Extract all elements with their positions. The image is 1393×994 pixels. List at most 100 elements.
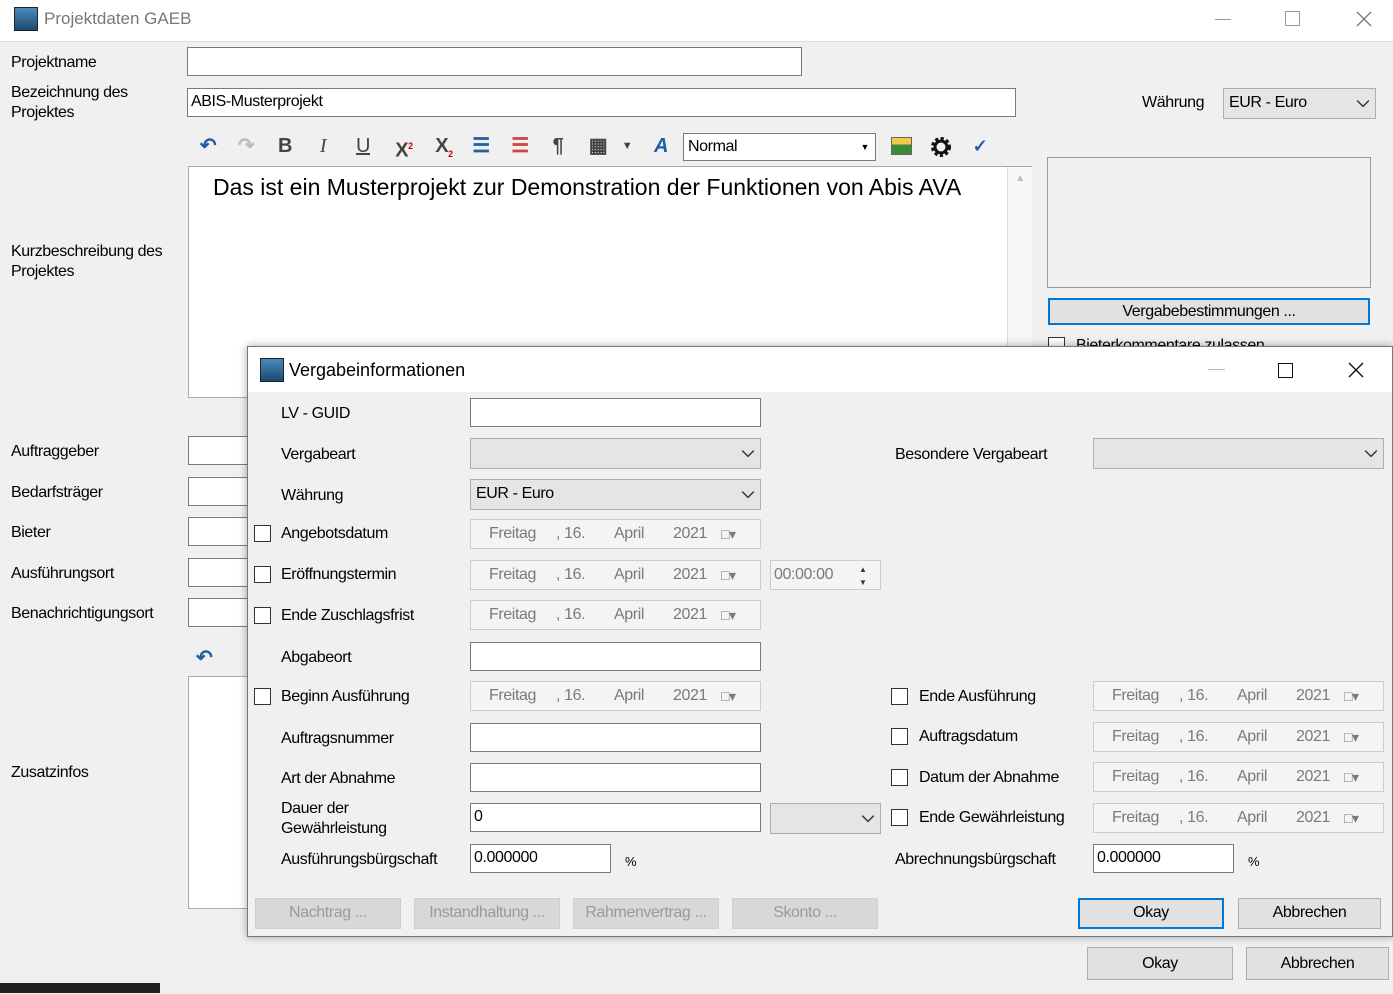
background-strip	[0, 983, 160, 993]
ende-ausfuehrung-picker[interactable]: Freitag , 16. April 2021 □▾	[1093, 681, 1384, 711]
ende-zuschlagsfrist-checkbox[interactable]	[254, 607, 271, 624]
spellcheck-icon[interactable]: ✓	[966, 131, 994, 161]
minimize-icon[interactable]	[1215, 19, 1231, 20]
dialog-maximize-icon[interactable]	[1278, 363, 1293, 378]
main-okay-button[interactable]: Okay	[1087, 947, 1233, 980]
bold-icon[interactable]: B	[274, 131, 296, 161]
gear-icon[interactable]	[928, 134, 954, 160]
table-icon[interactable]: ▦	[584, 131, 612, 161]
label-ausfuehrungsort: Ausführungsort	[11, 565, 114, 582]
vergabeart-select[interactable]	[470, 438, 761, 469]
dauer-input[interactable]: 0	[470, 803, 761, 832]
eroeffnungstermin-time[interactable]: 00:00:00 ▲ ▼	[770, 560, 881, 590]
dialog-minimize-icon[interactable]	[1208, 369, 1225, 370]
beginn-ausfuehrung-picker[interactable]: Freitag , 16. April 2021 □▾	[470, 681, 761, 711]
numbered-list-icon[interactable]: ☰	[507, 131, 533, 161]
image-icon[interactable]	[891, 137, 912, 155]
date-month: April	[1237, 768, 1268, 785]
rahmenvertrag-button[interactable]: Rahmenvertrag ...	[573, 898, 719, 929]
dialog-abbrechen-button[interactable]: Abbrechen	[1238, 898, 1381, 929]
superscript-icon[interactable]: X2	[390, 131, 418, 162]
underline-icon[interactable]: U	[352, 131, 374, 161]
italic-icon[interactable]: I	[312, 131, 334, 161]
date-year: 2021	[1296, 728, 1330, 745]
abrechnungsbuergschaft-input[interactable]: 0.000000	[1093, 844, 1234, 873]
auftragsnummer-input[interactable]	[470, 723, 761, 752]
date-day: , 16.	[556, 525, 586, 542]
calendar-icon[interactable]: □▾	[1344, 723, 1359, 751]
ausfuehrungsbuergschaft-input[interactable]: 0.000000	[470, 844, 611, 873]
subscript-icon[interactable]: X2	[430, 131, 458, 161]
scroll-up-icon[interactable]: ▲	[1008, 167, 1032, 191]
label-benachrichtigungsort: Benachrichtigungsort	[11, 605, 154, 622]
calendar-icon[interactable]: □▾	[721, 682, 736, 710]
label-dauer-1: Dauer der	[281, 800, 349, 817]
art-abnahme-input[interactable]	[470, 763, 761, 792]
datum-abnahme-picker[interactable]: Freitag , 16. April 2021 □▾	[1093, 762, 1384, 792]
calendar-icon[interactable]: □▾	[1344, 682, 1359, 710]
vergabebestimmungen-button[interactable]: Vergabebestimmungen ...	[1048, 298, 1370, 325]
eroeffnungstermin-checkbox[interactable]	[254, 566, 271, 583]
date-year: 2021	[673, 687, 707, 704]
main-abbrechen-button[interactable]: Abbrechen	[1246, 947, 1389, 980]
ende-ausfuehrung-checkbox[interactable]	[891, 688, 908, 705]
auftragsdatum-checkbox[interactable]	[891, 728, 908, 745]
waehrung-select-main-value: EUR - Euro	[1229, 94, 1307, 111]
besondere-vergabeart-select[interactable]	[1093, 438, 1384, 469]
style-dropdown-icon: ▼	[860, 142, 869, 152]
auftragsdatum-picker[interactable]: Freitag , 16. April 2021 □▾	[1093, 722, 1384, 752]
label-datum-abnahme: Datum der Abnahme	[919, 769, 1059, 786]
chevron-down-icon	[741, 491, 755, 499]
redo-icon[interactable]: ↷	[232, 131, 260, 161]
date-year: 2021	[673, 606, 707, 623]
chevron-down-icon	[1364, 450, 1378, 458]
beginn-ausfuehrung-checkbox[interactable]	[254, 688, 271, 705]
date-year: 2021	[1296, 687, 1330, 704]
label-art-abnahme: Art der Abnahme	[281, 770, 396, 787]
undo-icon[interactable]: ↶	[194, 131, 222, 161]
date-weekday: Freitag	[489, 606, 536, 623]
abgabeort-input[interactable]	[470, 642, 761, 671]
close-icon[interactable]	[1356, 11, 1372, 27]
lv-guid-input[interactable]	[470, 398, 761, 427]
label-auftragsnummer: Auftragsnummer	[281, 730, 394, 747]
angebotsdatum-checkbox[interactable]	[254, 525, 271, 542]
projektname-input[interactable]	[187, 47, 802, 76]
date-day: , 16.	[556, 566, 586, 583]
maximize-icon[interactable]	[1285, 11, 1300, 26]
ende-gewaehrleistung-picker[interactable]: Freitag , 16. April 2021 □▾	[1093, 803, 1384, 833]
calendar-icon[interactable]: □▾	[1344, 763, 1359, 791]
calendar-icon[interactable]: □▾	[721, 601, 736, 629]
dauer-unit-select[interactable]	[770, 803, 881, 834]
bezeichnung-input[interactable]: ABIS-Musterprojekt	[187, 88, 1016, 117]
calendar-icon[interactable]: □▾	[721, 561, 736, 589]
paragraph-icon[interactable]: ¶	[546, 131, 570, 161]
instandhaltung-button[interactable]: Instandhaltung ...	[414, 898, 560, 929]
spinner-icon[interactable]: ▲ ▼	[859, 563, 867, 589]
date-weekday: Freitag	[1112, 728, 1159, 745]
nachtrag-button[interactable]: Nachtrag ...	[255, 898, 401, 929]
waehrung-select-main[interactable]: EUR - Euro	[1223, 88, 1376, 119]
bullet-list-icon[interactable]: ☰	[468, 131, 494, 161]
date-weekday: Freitag	[1112, 809, 1159, 826]
calendar-icon[interactable]: □▾	[721, 520, 736, 548]
date-weekday: Freitag	[489, 566, 536, 583]
date-day: , 16.	[1179, 809, 1209, 826]
date-day: , 16.	[556, 687, 586, 704]
dialog-waehrung-select[interactable]: EUR - Euro	[470, 479, 761, 510]
datum-abnahme-checkbox[interactable]	[891, 769, 908, 786]
style-select[interactable]: Normal ▼	[683, 133, 876, 161]
label-abrechnungsbuergschaft: Abrechnungsbürgschaft	[895, 851, 1056, 868]
zusatz-undo-icon[interactable]: ↶	[196, 645, 213, 670]
skonto-button[interactable]: Skonto ...	[732, 898, 878, 929]
ende-zuschlagsfrist-picker[interactable]: Freitag , 16. April 2021 □▾	[470, 600, 761, 630]
angebotsdatum-picker[interactable]: Freitag , 16. April 2021 □▾	[470, 519, 761, 549]
date-year: 2021	[1296, 768, 1330, 785]
ende-gewaehrleistung-checkbox[interactable]	[891, 809, 908, 826]
dialog-okay-button[interactable]: Okay	[1078, 898, 1224, 929]
dialog-close-icon[interactable]	[1348, 362, 1364, 378]
calendar-icon[interactable]: □▾	[1344, 804, 1359, 832]
text-color-icon[interactable]: A	[648, 131, 674, 161]
table-dropdown-icon[interactable]: ▼	[620, 131, 634, 161]
eroeffnungstermin-picker[interactable]: Freitag , 16. April 2021 □▾	[470, 560, 761, 590]
